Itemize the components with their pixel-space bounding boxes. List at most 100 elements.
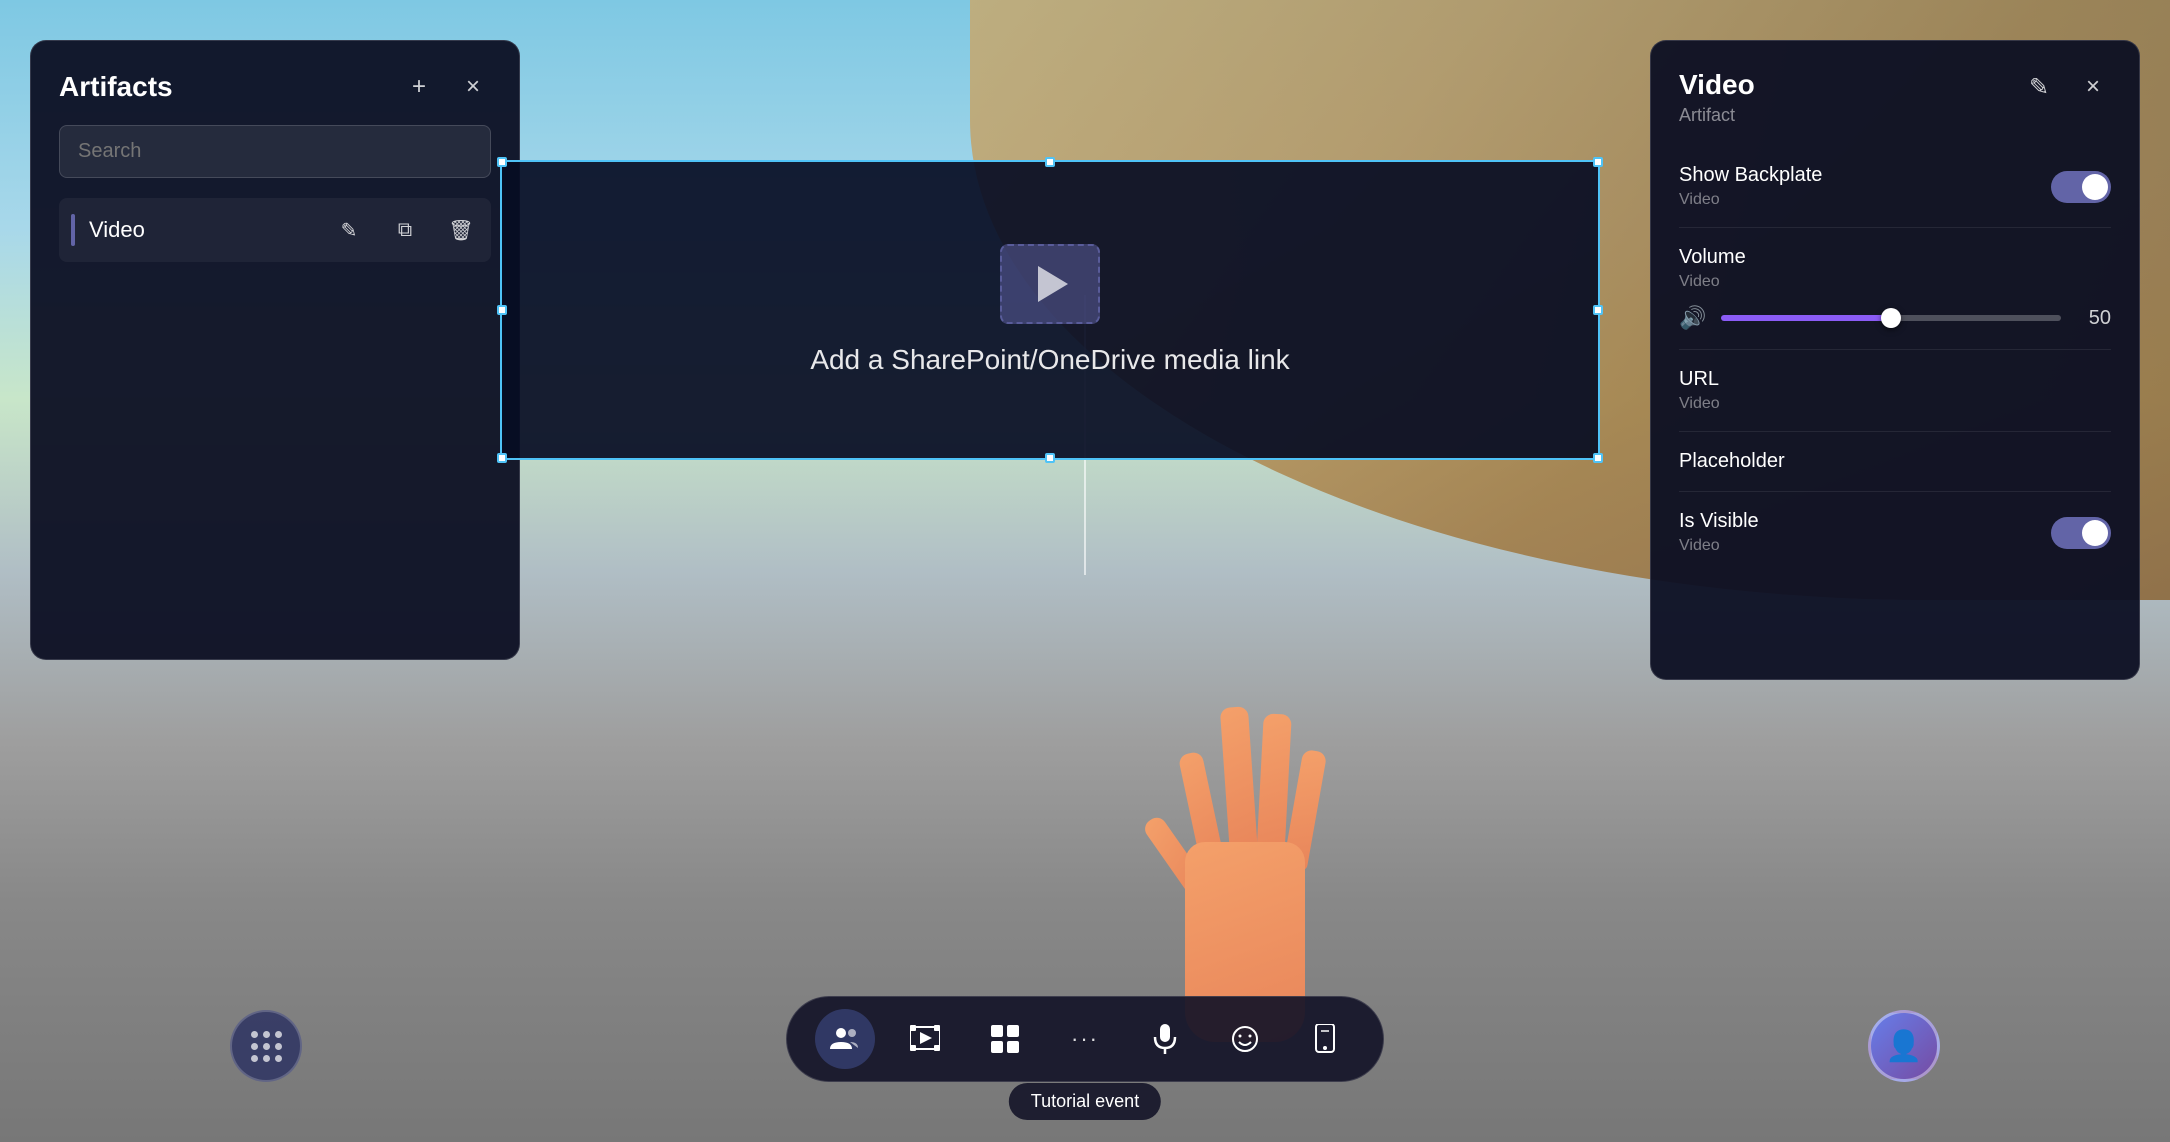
toolbar-share-button[interactable] xyxy=(1295,1009,1355,1069)
resize-handle-topleft[interactable] xyxy=(497,157,507,167)
show-backplate-sublabel: Video xyxy=(1679,191,1822,209)
toolbar-film-button[interactable] xyxy=(895,1009,955,1069)
edit-video-button[interactable]: ✎ xyxy=(2021,69,2057,105)
is-visible-label: Is Visible xyxy=(1679,510,1759,533)
show-backplate-toggle[interactable] xyxy=(2051,171,2111,203)
show-backplate-property: Show Backplate Video xyxy=(1679,146,2111,228)
close-icon: × xyxy=(2086,73,2100,101)
artifacts-title: Artifacts xyxy=(59,71,173,103)
volume-label-row: Volume Video xyxy=(1679,228,2111,291)
dot xyxy=(251,1031,258,1038)
show-backplate-label: Show Backplate xyxy=(1679,164,1822,187)
volume-slider[interactable] xyxy=(1721,315,2061,321)
dot xyxy=(263,1043,270,1050)
resize-handle-midleft[interactable] xyxy=(497,305,507,315)
placeholder-info: Placeholder xyxy=(1679,450,1785,473)
url-label: URL xyxy=(1679,368,1720,391)
volume-sublabel: Video xyxy=(1679,273,1746,291)
tooltip-bar: Tutorial event xyxy=(1009,1083,1161,1120)
share-device-icon xyxy=(1313,1024,1337,1054)
layout-icon xyxy=(991,1025,1019,1053)
resize-handle-topright[interactable] xyxy=(1593,157,1603,167)
volume-info: Volume Video xyxy=(1679,246,1746,291)
url-property: URL Video xyxy=(1679,350,2111,432)
copy-artifact-button[interactable]: ⧉ xyxy=(387,212,423,248)
dot xyxy=(275,1031,282,1038)
resize-handle-bottomleft[interactable] xyxy=(497,453,507,463)
resize-handle-midright[interactable] xyxy=(1593,305,1603,315)
placeholder-property: Placeholder xyxy=(1679,432,2111,492)
video-prompt-text: Add a SharePoint/OneDrive media link xyxy=(810,344,1289,376)
artifact-list: Video ✎ ⧉ 🗑 xyxy=(59,198,491,262)
apps-grid-icon xyxy=(243,1023,290,1070)
apps-button[interactable] xyxy=(230,1010,302,1082)
add-icon: + xyxy=(412,73,426,101)
artifact-actions: ✎ ⧉ 🗑 xyxy=(331,212,479,248)
mic-icon xyxy=(1153,1024,1177,1054)
film-icon xyxy=(910,1025,940,1053)
volume-label: Volume xyxy=(1679,246,1746,269)
tooltip-text: Tutorial event xyxy=(1031,1091,1139,1111)
dot xyxy=(275,1043,282,1050)
edit-artifact-button[interactable]: ✎ xyxy=(331,212,367,248)
video-content: Add a SharePoint/OneDrive media link xyxy=(810,244,1289,376)
resize-handle-bottomright[interactable] xyxy=(1593,453,1603,463)
resize-handle-topcenter[interactable] xyxy=(1045,157,1055,167)
hand-finger-2 xyxy=(1220,706,1258,858)
bottom-toolbar: ··· xyxy=(786,996,1384,1082)
toolbar-layout-button[interactable] xyxy=(975,1009,1035,1069)
play-triangle-icon xyxy=(1038,266,1068,302)
avatar-button[interactable]: 👤 xyxy=(1868,1010,1940,1082)
video-widget[interactable]: Add a SharePoint/OneDrive media link xyxy=(500,160,1600,460)
avatar-icon: 👤 xyxy=(1885,1029,1922,1064)
toggle-slider-visible xyxy=(2051,517,2111,549)
dot xyxy=(263,1055,270,1062)
artifacts-panel-header: Artifacts + × xyxy=(59,69,491,105)
volume-value: 50 xyxy=(2075,307,2111,330)
toolbar-emoji-button[interactable] xyxy=(1215,1009,1275,1069)
video-panel-subtitle: Artifact xyxy=(1679,105,1755,126)
search-input[interactable] xyxy=(59,125,491,178)
video-properties-panel: Video Artifact ✎ × Show Backplate Video … xyxy=(1650,40,2140,680)
dot xyxy=(251,1055,258,1062)
url-info: URL Video xyxy=(1679,368,1720,413)
more-icon: ··· xyxy=(1071,1026,1099,1052)
emoji-icon xyxy=(1231,1025,1259,1053)
artifact-name: Video xyxy=(89,217,145,243)
delete-artifact-button[interactable]: 🗑 xyxy=(443,212,479,248)
dot xyxy=(251,1043,258,1050)
hand-finger-3 xyxy=(1256,713,1292,859)
is-visible-property: Is Visible Video xyxy=(1679,492,2111,573)
close-artifacts-button[interactable]: × xyxy=(455,69,491,105)
add-artifact-button[interactable]: + xyxy=(401,69,437,105)
peoples-icon xyxy=(830,1024,860,1054)
url-sublabel: Video xyxy=(1679,395,1720,413)
toolbar-peoples-button[interactable] xyxy=(815,1009,875,1069)
dot xyxy=(275,1055,282,1062)
bg-ground xyxy=(0,742,2170,1142)
toolbar-more-button[interactable]: ··· xyxy=(1055,1009,1115,1069)
video-panel-title: Video xyxy=(1679,69,1755,101)
resize-handle-bottomcenter[interactable] xyxy=(1045,453,1055,463)
is-visible-info: Is Visible Video xyxy=(1679,510,1759,555)
artifact-item-left: Video xyxy=(71,214,145,246)
close-video-panel-button[interactable]: × xyxy=(2075,69,2111,105)
video-panel-titles: Video Artifact xyxy=(1679,69,1755,126)
close-icon: × xyxy=(466,73,480,101)
toolbar-mic-button[interactable] xyxy=(1135,1009,1195,1069)
dot xyxy=(263,1031,270,1038)
is-visible-sublabel: Video xyxy=(1679,537,1759,555)
volume-slider-row: 🔊 50 xyxy=(1679,291,2111,350)
video-panel-actions: ✎ × xyxy=(2021,69,2111,105)
placeholder-label: Placeholder xyxy=(1679,450,1785,473)
artifact-accent-bar xyxy=(71,214,75,246)
video-placeholder-icon xyxy=(1000,244,1100,324)
toggle-slider-backplate xyxy=(2051,171,2111,203)
hand-artwork xyxy=(1145,692,1345,1042)
edit-pencil-icon: ✎ xyxy=(2029,73,2049,102)
artifacts-panel: Artifacts + × Video ✎ ⧉ 🗑 xyxy=(30,40,520,660)
is-visible-toggle[interactable] xyxy=(2051,517,2111,549)
artifact-item[interactable]: Video ✎ ⧉ 🗑 xyxy=(59,198,491,262)
show-backplate-info: Show Backplate Video xyxy=(1679,164,1822,209)
volume-icon: 🔊 xyxy=(1679,305,1707,331)
